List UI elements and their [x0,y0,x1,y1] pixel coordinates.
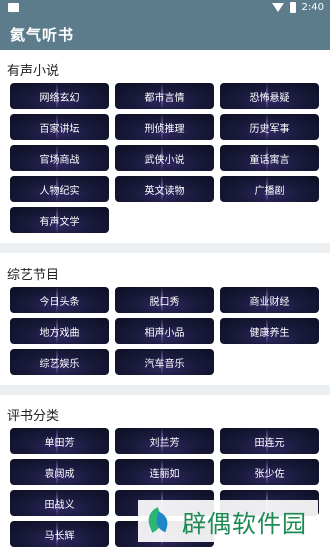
category-tile[interactable]: 健康养生 [220,318,319,344]
category-tile[interactable]: 张少佐 [220,459,319,485]
category-tile[interactable]: 刘兰芳 [115,428,214,454]
status-bar: 2:40 [0,0,330,17]
category-tile[interactable]: 田战义 [10,490,109,516]
category-tile[interactable]: 相声小品 [115,318,214,344]
section-divider [0,385,330,395]
category-tile[interactable]: 汽车音乐 [115,349,214,375]
category-tile[interactable]: 脱口秀 [115,287,214,313]
category-tile[interactable]: 人物纪实 [10,176,109,202]
category-tile[interactable]: 综艺娱乐 [10,349,109,375]
section-title-storytelling: 评书分类 [7,409,60,424]
category-tile[interactable]: 田连元 [220,428,319,454]
battery-icon [289,2,296,13]
category-tile[interactable]: 童话寓言 [220,145,319,171]
category-tile[interactable]: 广播剧 [220,176,319,202]
leaf-logo-icon [144,507,172,535]
category-tile[interactable]: 刑侦推理 [115,114,214,140]
watermark: 辟偶软件园 [138,500,318,542]
category-tile[interactable]: 恐怖悬疑 [220,83,319,109]
category-tile[interactable]: 有声文学 [10,207,109,233]
wifi-icon [271,3,284,12]
category-tile[interactable]: 马长辉 [10,521,109,547]
app-title: 氦气听书 [10,26,75,44]
category-tile[interactable]: 英文读物 [115,176,214,202]
category-tile[interactable]: 地方戏曲 [10,318,109,344]
section-title-novels: 有声小说 [7,64,60,79]
category-tile[interactable]: 武侠小说 [115,145,214,171]
category-tile[interactable]: 今日头条 [10,287,109,313]
category-list[interactable]: 有声小说 网络玄幻 都市言情 恐怖悬疑 百家讲坛 刑侦推理 历史军事 官场商战 … [0,50,330,550]
section-divider [0,243,330,253]
app-bar: 氦气听书 [0,17,330,50]
category-tile[interactable]: 单田芳 [10,428,109,454]
status-time: 2:40 [301,2,324,13]
category-tile[interactable]: 连丽如 [115,459,214,485]
category-tile[interactable]: 网络玄幻 [10,83,109,109]
watermark-text: 辟偶软件园 [182,509,307,538]
category-tile[interactable]: 官场商战 [10,145,109,171]
category-tile[interactable]: 商业财经 [220,287,319,313]
category-tile[interactable]: 百家讲坛 [10,114,109,140]
category-tile[interactable]: 都市言情 [115,83,214,109]
category-tile[interactable]: 历史军事 [220,114,319,140]
category-tile[interactable]: 袁阔成 [10,459,109,485]
notification-icon [8,3,19,12]
section-title-variety: 综艺节目 [7,268,60,283]
